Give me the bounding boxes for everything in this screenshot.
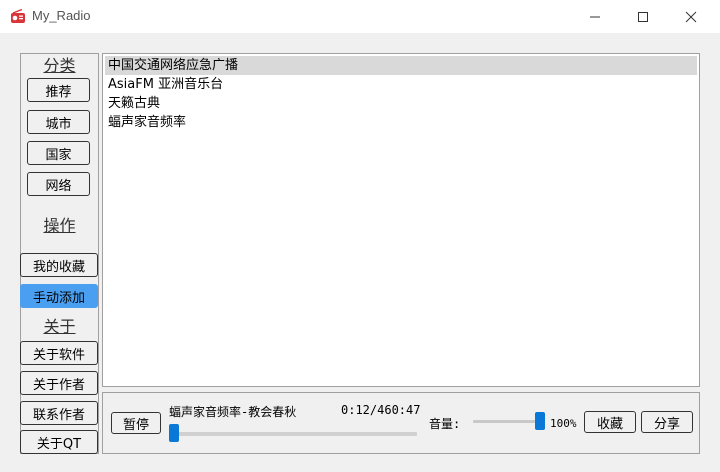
now-playing-text: 蝠声家音频率-教会春秋 <box>169 405 297 419</box>
close-button[interactable] <box>668 0 714 33</box>
volume-percent: 100% <box>550 417 577 430</box>
contact-author-button[interactable]: 联系作者 <box>20 401 98 425</box>
title-bar: My_Radio <box>0 0 720 33</box>
window-title: My_Radio <box>32 8 91 23</box>
station-list-item[interactable]: 天籁古典 <box>105 94 697 113</box>
station-list-item[interactable]: 中国交通网络应急广播 <box>105 56 697 75</box>
pause-button[interactable]: 暂停 <box>111 412 161 434</box>
about-software-button[interactable]: 关于软件 <box>20 341 98 365</box>
close-icon <box>685 11 697 22</box>
maximize-button[interactable] <box>620 0 666 33</box>
station-list-item[interactable]: 蝠声家音频率 <box>105 113 697 132</box>
minimize-icon <box>590 16 600 17</box>
progress-slider-handle[interactable] <box>169 424 179 442</box>
station-list[interactable]: 中国交通网络应急广播 AsiaFM 亚洲音乐台 天籁古典 蝠声家音频率 <box>102 53 700 387</box>
volume-label: 音量: <box>429 417 461 431</box>
my-favorites-button[interactable]: 我的收藏 <box>20 253 98 277</box>
station-list-item[interactable]: AsiaFM 亚洲音乐台 <box>105 75 697 94</box>
maximize-icon <box>638 11 648 22</box>
minimize-button[interactable] <box>572 0 618 33</box>
player-panel: 暂停 蝠声家音频率-教会春秋 0:12/460:47 音量: 100% 收藏 分… <box>102 392 700 454</box>
sidebar: 分类 推荐 城市 国家 网络 操作 我的收藏 手动添加 关于 关于软件 关于作者… <box>20 53 99 454</box>
radio-app-icon <box>11 9 25 23</box>
category-city-button[interactable]: 城市 <box>27 110 90 134</box>
volume-slider-handle[interactable] <box>535 412 545 430</box>
category-section-title: 分类 <box>43 56 76 75</box>
share-button[interactable]: 分享 <box>641 411 693 433</box>
about-author-button[interactable]: 关于作者 <box>20 371 98 395</box>
favorite-button[interactable]: 收藏 <box>584 411 636 433</box>
operation-section-title: 操作 <box>43 216 76 235</box>
manual-add-button[interactable]: 手动添加 <box>20 284 98 308</box>
about-qt-button[interactable]: 关于QT <box>20 430 98 454</box>
playback-time: 0:12/460:47 <box>341 403 421 417</box>
category-network-button[interactable]: 网络 <box>27 172 90 196</box>
category-country-button[interactable]: 国家 <box>27 141 90 165</box>
about-section-title: 关于 <box>43 317 76 336</box>
progress-slider-track[interactable] <box>169 432 417 436</box>
category-recommend-button[interactable]: 推荐 <box>27 78 90 102</box>
